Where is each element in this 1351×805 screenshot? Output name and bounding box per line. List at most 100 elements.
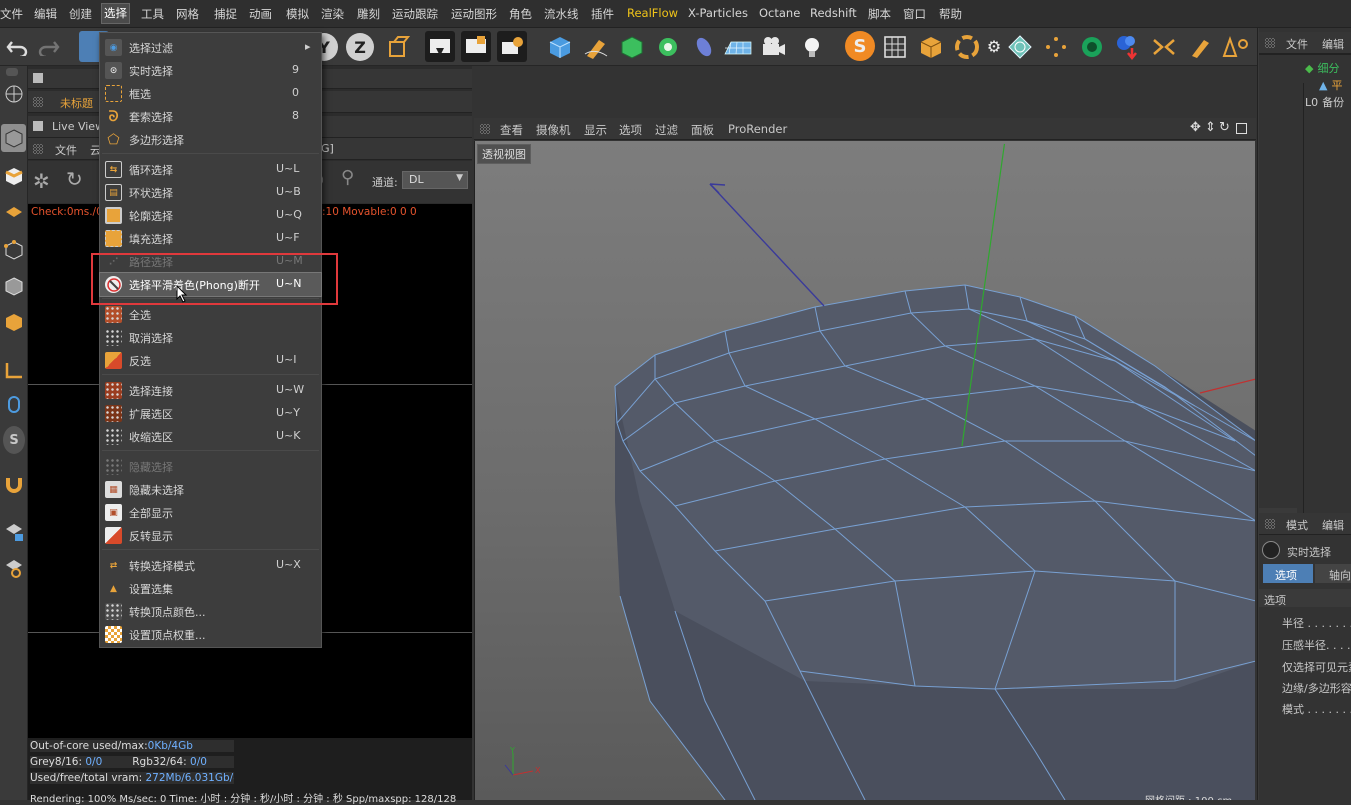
menu-item-shrink-selection[interactable]: 收缩选区 U~K: [100, 425, 321, 448]
viewport-menu-view[interactable]: 查看: [500, 122, 523, 138]
object-row-backup[interactable]: L0 备份: [1305, 94, 1344, 110]
menu-mesh[interactable]: 网格: [176, 6, 199, 22]
light-icon[interactable]: [797, 31, 827, 62]
nuke-icon[interactable]: ✲: [33, 169, 50, 193]
cloner-icon[interactable]: [653, 31, 683, 62]
menu-motion-tracking[interactable]: 运动跟踪: [392, 6, 438, 22]
viewport-menu-camera[interactable]: 摄像机: [536, 122, 571, 138]
menu-item-invert-selection[interactable]: 反选 U~I: [100, 349, 321, 372]
object-menu-file[interactable]: 文件: [1286, 36, 1308, 52]
axis-mode-icon[interactable]: [1, 356, 26, 384]
menu-item-polygon-select[interactable]: ⬠ 多边形选择: [100, 128, 321, 151]
menu-item-grow-selection[interactable]: 扩展选区 U~Y: [100, 402, 321, 425]
recycle-icon[interactable]: [952, 31, 982, 62]
menu-pipeline[interactable]: 流水线: [544, 6, 579, 22]
menu-octane[interactable]: Octane: [759, 6, 800, 20]
liveviewer-grip[interactable]: [33, 144, 43, 154]
menu-realflow[interactable]: RealFlow: [627, 6, 678, 20]
menu-item-unhide-all[interactable]: ▣ 全部显示: [100, 501, 321, 524]
pen-spline-icon[interactable]: [581, 31, 611, 62]
coordinate-system-icon[interactable]: [382, 31, 412, 62]
attr-menu-mode[interactable]: 模式: [1286, 517, 1308, 533]
perspective-viewport[interactable]: Y X 网格间距 : 100 cm: [474, 141, 1255, 800]
object-menu-edit[interactable]: 编辑: [1322, 36, 1344, 52]
menu-redshift[interactable]: Redshift: [810, 6, 857, 20]
point-snap-icon[interactable]: [1041, 31, 1071, 62]
floor-icon[interactable]: [723, 31, 753, 62]
attr-grip[interactable]: [1265, 519, 1275, 529]
grid-icon[interactable]: [880, 31, 910, 62]
axis-z-icon[interactable]: Z: [346, 33, 374, 61]
menu-item-set-selection[interactable]: ▲ 设置选集: [100, 577, 321, 600]
octane-icon[interactable]: [1077, 31, 1107, 62]
edge-mode-icon[interactable]: [1, 272, 26, 300]
menu-item-hide-unselected[interactable]: ▦ 隐藏未选择: [100, 478, 321, 501]
redo-icon[interactable]: [34, 31, 64, 62]
menu-item-outline-select[interactable]: 轮廓选择 U~Q: [100, 204, 321, 227]
align-icon[interactable]: [1221, 31, 1251, 62]
menu-item-loop-select[interactable]: ⇆ 循环选择 U~L: [100, 158, 321, 181]
menu-item-live-select[interactable]: ⊙ 实时选择 9: [100, 59, 321, 82]
menu-help[interactable]: 帮助: [939, 6, 962, 22]
menu-item-select-connected[interactable]: 选择连接 U~W: [100, 379, 321, 402]
planar-workplane-icon[interactable]: [1, 554, 26, 582]
object-row-subdivision[interactable]: ◆ 细分: [1305, 60, 1339, 76]
menu-window[interactable]: 窗口: [903, 6, 926, 22]
menu-item-vertex-weight[interactable]: 设置顶点权重...: [100, 623, 321, 646]
viewport-menu-display[interactable]: 显示: [584, 122, 607, 138]
wireframe-sphere-icon[interactable]: [1, 80, 26, 108]
menu-simulate[interactable]: 模拟: [286, 6, 309, 22]
menu-item-invert-visibility[interactable]: 反转显示: [100, 524, 321, 547]
tweak-mode-icon[interactable]: [1, 390, 26, 418]
viewport-move-icon[interactable]: ✥: [1190, 120, 1201, 135]
viewport-menu-options[interactable]: 选项: [619, 122, 642, 138]
menu-item-hide-selected[interactable]: 隐藏选择: [100, 455, 321, 478]
lattice-icon[interactable]: [1005, 31, 1035, 62]
locked-workplane-icon[interactable]: [1, 518, 26, 546]
attr-menu-edit[interactable]: 编辑: [1322, 517, 1344, 533]
viewport-menu-prorender[interactable]: ProRender: [728, 122, 787, 136]
menu-item-selection-filter[interactable]: ◉ 选择过滤 ▸: [100, 36, 321, 59]
menu-edit[interactable]: 编辑: [34, 6, 57, 22]
liveviewer-menu-file[interactable]: 文件: [55, 142, 77, 158]
menu-script[interactable]: 脚本: [868, 6, 891, 22]
sketch-toon-icon[interactable]: S: [845, 31, 875, 61]
menu-item-lasso-select[interactable]: ᘐ 套索选择 8: [100, 105, 321, 128]
menu-create[interactable]: 创建: [69, 6, 92, 22]
polygon-mode-icon[interactable]: [1, 308, 26, 336]
menu-snap[interactable]: 捕捉: [214, 6, 237, 22]
viewport-menu-panel[interactable]: 面板: [691, 122, 714, 138]
menu-item-fill-select[interactable]: 填充选择 U~F: [100, 227, 321, 250]
render-settings-icon[interactable]: [497, 31, 527, 62]
model-mode-icon[interactable]: [1, 124, 26, 152]
viewport-menu-filter[interactable]: 过滤: [655, 122, 678, 138]
liveviewer-close-box[interactable]: [33, 121, 43, 131]
menu-plugins[interactable]: 插件: [591, 6, 614, 22]
render-picture-viewer-icon[interactable]: [461, 31, 491, 62]
document-tab[interactable]: 未标题: [60, 95, 93, 111]
menu-item-select-all[interactable]: 全选: [100, 303, 321, 326]
menu-tools[interactable]: 工具: [141, 6, 164, 22]
magnet-snap-icon[interactable]: [1, 470, 26, 498]
menu-mograph[interactable]: 运动图形: [451, 6, 497, 22]
texture-mode-icon[interactable]: [1, 162, 26, 190]
menu-item-convert-selection[interactable]: ⇄ 转换选择模式 U~X: [100, 554, 321, 577]
explode-icon[interactable]: [1149, 31, 1179, 62]
menu-item-ring-select[interactable]: ▤ 环状选择 U~B: [100, 181, 321, 204]
subdivision-surface-icon[interactable]: [617, 31, 647, 62]
viewport-maximize-icon[interactable]: [1236, 123, 1247, 134]
tab-options[interactable]: 选项: [1263, 564, 1313, 583]
box-object-icon[interactable]: [916, 31, 946, 62]
brush-icon[interactable]: [1185, 31, 1215, 62]
point-mode-icon[interactable]: [1, 236, 26, 264]
menu-item-vertex-color[interactable]: 转换顶点颜色...: [100, 600, 321, 623]
undo-icon[interactable]: [2, 31, 32, 62]
menu-sculpt[interactable]: 雕刻: [357, 6, 380, 22]
menu-xparticles[interactable]: X-Particles: [688, 6, 748, 20]
panel-close-box[interactable]: [33, 73, 43, 83]
refresh-icon[interactable]: ↻: [66, 167, 83, 191]
pin-icon[interactable]: ⚲: [341, 167, 354, 188]
channel-select[interactable]: DL ▼: [402, 171, 468, 189]
menu-select[interactable]: 选择: [101, 3, 130, 24]
panel-grip[interactable]: [33, 97, 43, 107]
